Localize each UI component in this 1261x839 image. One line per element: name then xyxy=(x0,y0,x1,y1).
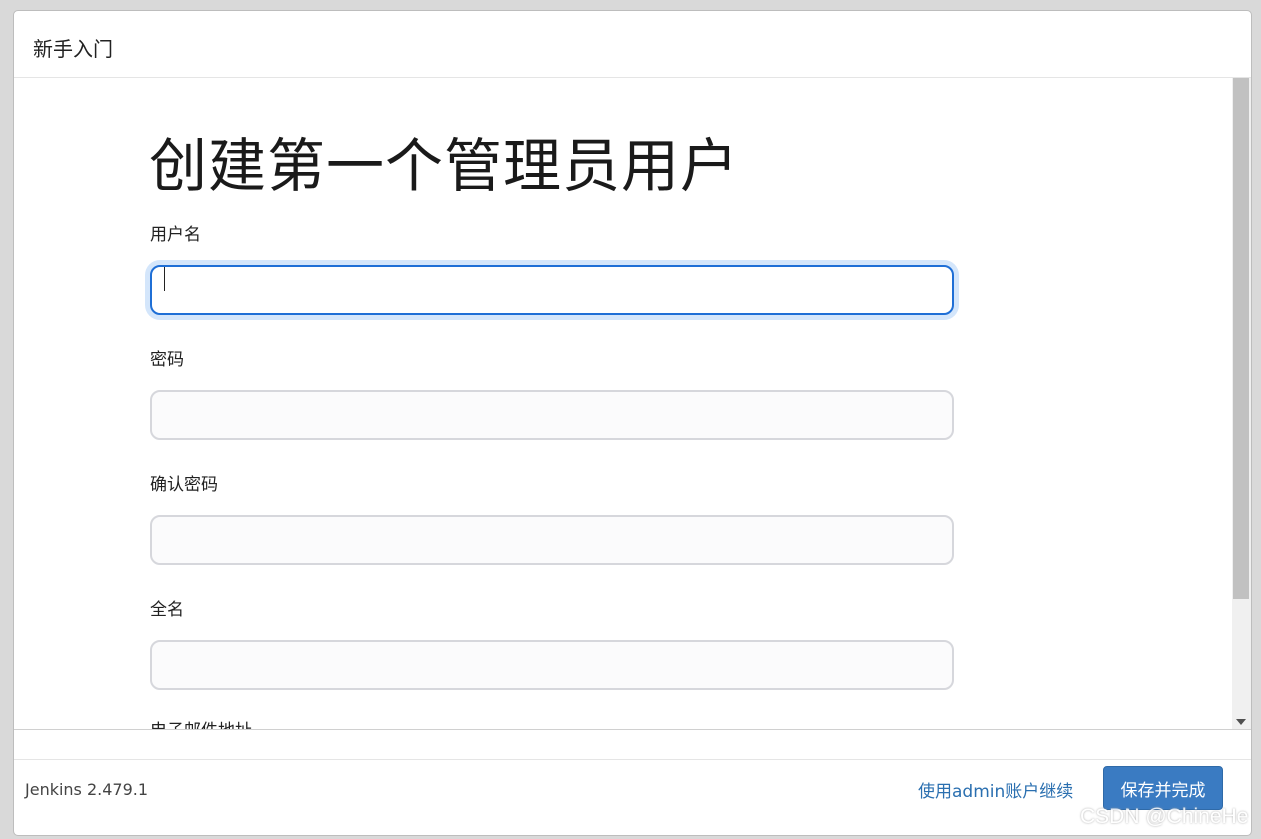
email-label: 电子邮件地址 xyxy=(150,716,252,729)
scrollbar-thumb[interactable] xyxy=(1233,78,1249,599)
dialog-title: 新手入门 xyxy=(33,37,113,61)
dialog-header: 新手入门 xyxy=(14,11,1251,78)
password-label: 密码 xyxy=(150,350,184,370)
password-input[interactable] xyxy=(150,390,954,440)
save-and-finish-button[interactable]: 保存并完成 xyxy=(1103,766,1223,810)
vertical-scrollbar[interactable] xyxy=(1232,78,1251,729)
fullname-input[interactable] xyxy=(150,640,954,690)
text-caret xyxy=(164,267,165,291)
footer-divider xyxy=(14,729,1251,760)
username-input[interactable] xyxy=(150,265,954,315)
dialog-body[interactable]: 创建第一个管理员用户 用户名 密码 确认密码 全名 电子邮件地址 xyxy=(14,78,1251,729)
watermark: CSDN @ChineHe xyxy=(1080,805,1249,828)
setup-wizard-dialog: 新手入门 创建第一个管理员用户 用户名 密码 确认密码 全名 电子邮件地址 xyxy=(13,10,1252,836)
username-label: 用户名 xyxy=(150,225,201,245)
confirm-password-input[interactable] xyxy=(150,515,954,565)
scroll-down-arrow-icon[interactable] xyxy=(1236,719,1246,725)
fullname-label: 全名 xyxy=(150,600,184,620)
continue-as-admin-link[interactable]: 使用admin账户继续 xyxy=(918,777,1073,802)
version-label: Jenkins 2.479.1 xyxy=(25,780,149,799)
page-title: 创建第一个管理员用户 xyxy=(149,132,740,200)
confirm-password-label: 确认密码 xyxy=(150,475,218,495)
